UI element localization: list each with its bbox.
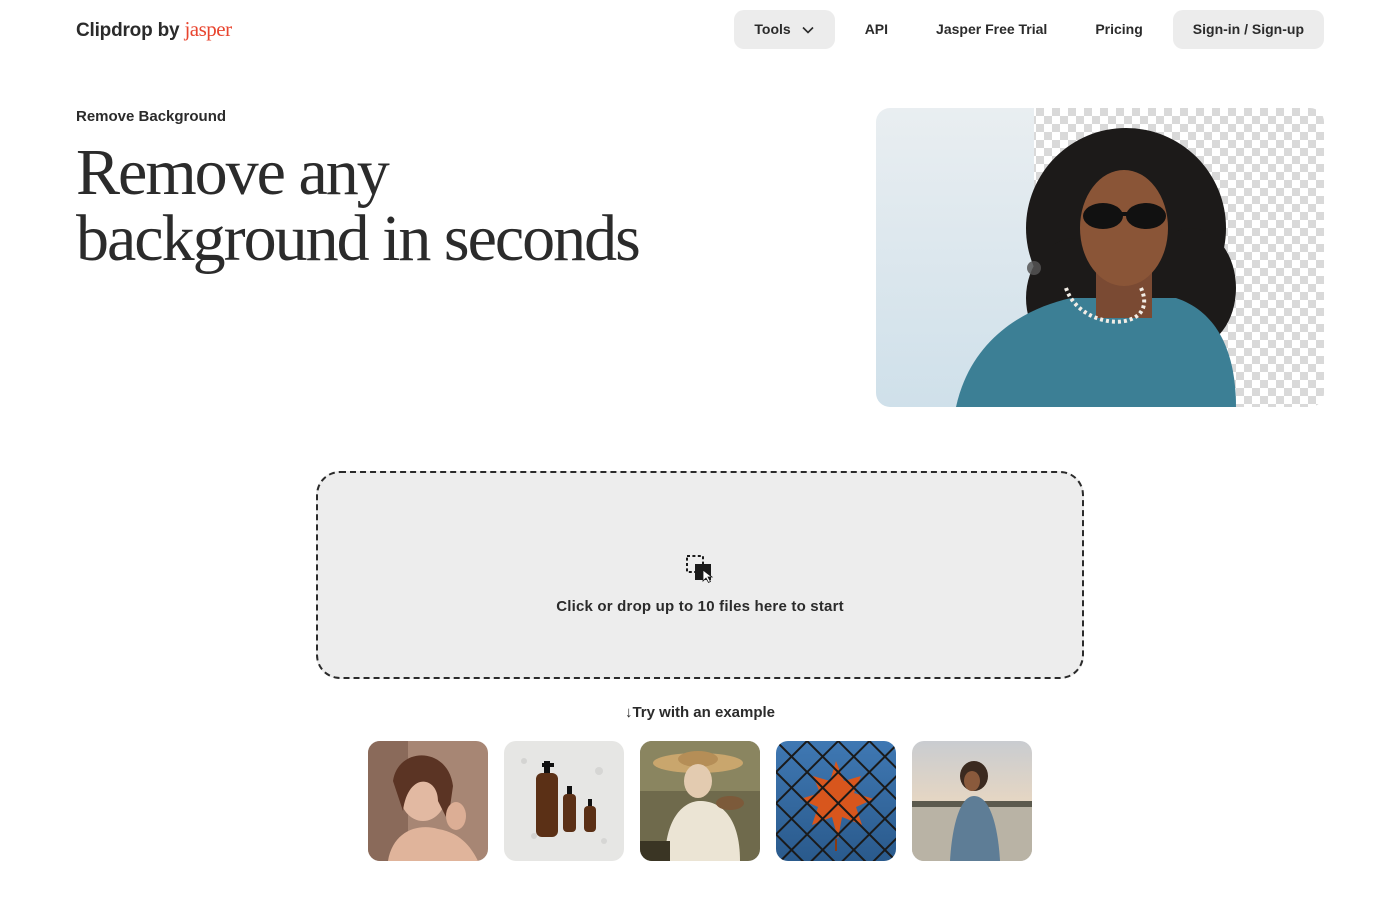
hero-before-after-image bbox=[876, 108, 1324, 407]
api-link[interactable]: API bbox=[841, 10, 912, 49]
headline-line-1: Remove any bbox=[76, 136, 390, 209]
chevron-down-icon bbox=[802, 26, 814, 34]
example-painting-woman-hat[interactable] bbox=[640, 741, 760, 861]
page-eyebrow: Remove Background bbox=[76, 108, 227, 125]
try-example-text: Try with an example bbox=[632, 704, 776, 721]
signin-button[interactable]: Sign-in / Sign-up bbox=[1172, 10, 1324, 49]
tools-label: Tools bbox=[754, 21, 791, 37]
example-portrait-woman[interactable] bbox=[368, 741, 488, 861]
brand-name: Clipdrop bbox=[76, 20, 153, 41]
example-cosmetic-bottles[interactable] bbox=[504, 741, 624, 861]
file-drop-zone[interactable]: Click or drop up to 10 files here to sta… bbox=[316, 471, 1084, 679]
pricing-link[interactable]: Pricing bbox=[1071, 10, 1166, 49]
brand-by: by bbox=[157, 20, 180, 41]
brand-partner: jasper bbox=[184, 17, 232, 41]
top-nav: Tools API Jasper Free Trial Pricing Sign… bbox=[734, 10, 1324, 49]
brand-logo[interactable]: Clipdrop by jasper bbox=[76, 17, 232, 42]
headline-line-2: background in seconds bbox=[76, 202, 641, 275]
drag-drop-icon bbox=[686, 554, 714, 583]
drop-zone-text: Click or drop up to 10 files here to sta… bbox=[556, 597, 844, 615]
example-woman-lake-sunset[interactable] bbox=[912, 741, 1032, 861]
tools-menu-button[interactable]: Tools bbox=[734, 10, 835, 49]
jasper-trial-link[interactable]: Jasper Free Trial bbox=[912, 10, 1071, 49]
page-title: Remove any background in seconds bbox=[76, 140, 796, 272]
example-autumn-leaf-fence[interactable] bbox=[776, 741, 896, 861]
example-images bbox=[368, 741, 1032, 861]
try-example-label: ↓Try with an example bbox=[0, 704, 1400, 721]
